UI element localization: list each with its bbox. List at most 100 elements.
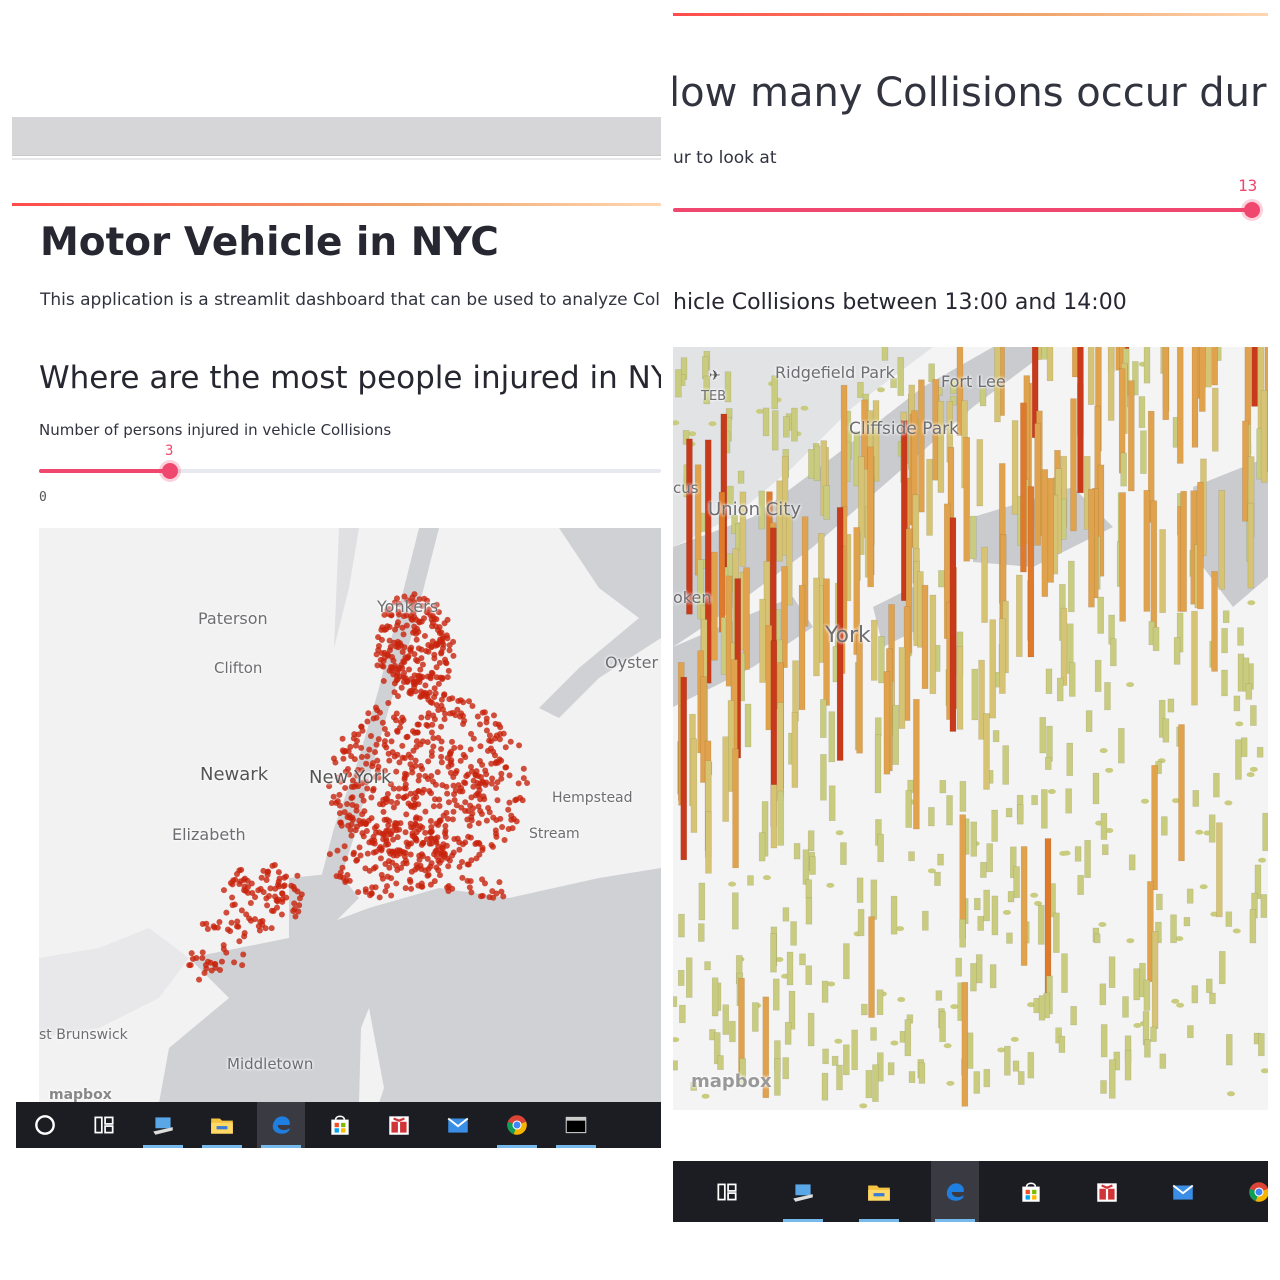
- collision-column: [1221, 669, 1228, 697]
- injury-point: [212, 964, 219, 971]
- collision-column: [679, 1004, 686, 1024]
- injury-point: [467, 802, 474, 809]
- injury-point: [418, 851, 425, 858]
- collision-dot: [890, 1040, 899, 1046]
- injuries-slider-min: 0: [39, 490, 47, 505]
- edge-icon[interactable]: [257, 1102, 305, 1148]
- collision-column: [1066, 742, 1074, 776]
- collision-dot: [800, 405, 809, 411]
- injury-point: [456, 788, 463, 795]
- terminal-icon[interactable]: [552, 1102, 600, 1148]
- collision-column: [983, 889, 990, 922]
- injury-point: [257, 885, 264, 892]
- collision-dot: [1249, 766, 1258, 772]
- injury-point: [415, 721, 422, 728]
- task-view-icon[interactable]: [703, 1161, 751, 1222]
- injury-point: [438, 650, 445, 657]
- injury-point: [384, 883, 391, 890]
- collision-dot: [834, 1038, 843, 1044]
- collision-column: [732, 892, 739, 930]
- collision-dot: [1010, 1036, 1019, 1042]
- injury-point: [350, 851, 357, 858]
- collision-column: [926, 458, 933, 536]
- injury-point: [476, 721, 483, 728]
- injury-point: [401, 669, 408, 676]
- injury-point: [394, 638, 401, 645]
- injury-point: [229, 894, 236, 901]
- store-icon[interactable]: [316, 1102, 364, 1148]
- injury-point: [466, 822, 473, 829]
- injury-point: [421, 615, 428, 622]
- injury-point: [408, 675, 415, 682]
- store-icon[interactable]: [1007, 1161, 1055, 1222]
- collision-column: [1070, 1006, 1077, 1026]
- map-label-cus: cus: [673, 479, 699, 497]
- injury-point: [349, 794, 356, 801]
- injury-point: [424, 872, 431, 879]
- task-view-icon[interactable]: [80, 1102, 128, 1148]
- collision-column: [1088, 488, 1095, 608]
- edge-icon[interactable]: [931, 1161, 979, 1222]
- injury-point: [456, 863, 463, 870]
- collision-column: [1005, 807, 1013, 818]
- hour-slider-thumb[interactable]: [1244, 202, 1261, 218]
- collision-column: [1020, 846, 1028, 966]
- collision-column: [1143, 979, 1151, 1011]
- collision-column: [1211, 387, 1219, 452]
- injury-point: [402, 849, 409, 856]
- collision-column: [1233, 695, 1241, 712]
- gift-icon[interactable]: [1083, 1161, 1131, 1222]
- injury-point: [407, 878, 414, 885]
- cortana-icon[interactable]: [21, 1102, 69, 1148]
- injury-point: [387, 643, 394, 650]
- chrome-icon[interactable]: [493, 1102, 541, 1148]
- chrome-icon[interactable]: [1235, 1161, 1268, 1222]
- mail-icon[interactable]: [434, 1102, 482, 1148]
- mail-icon[interactable]: [1159, 1161, 1207, 1222]
- injury-point: [363, 760, 370, 767]
- collision-column: [857, 909, 865, 937]
- browser-bar: [12, 117, 661, 156]
- injury-point: [446, 647, 453, 654]
- injury-point: [345, 822, 352, 829]
- injury-point: [505, 825, 512, 832]
- injuries-slider-thumb[interactable]: [161, 463, 178, 479]
- injury-point: [417, 741, 424, 748]
- injury-point: [418, 655, 425, 662]
- collision-column: [971, 668, 979, 721]
- collision-column: [1211, 347, 1219, 386]
- injury-point: [408, 868, 415, 875]
- injury-point: [441, 716, 448, 723]
- injury-point: [438, 759, 445, 766]
- collision-dot: [1126, 682, 1135, 688]
- file-explorer-icon[interactable]: [855, 1161, 903, 1222]
- injury-point: [505, 806, 512, 813]
- injury-point: [431, 685, 438, 692]
- injury-point: [274, 898, 281, 905]
- collisions-3d-map[interactable]: ✈ TEB Ridgefield Park Fort Lee Cliffside…: [673, 347, 1268, 1110]
- network-icon[interactable]: [779, 1161, 827, 1222]
- injury-point: [506, 772, 513, 779]
- injury-point: [239, 962, 246, 969]
- injury-point: [470, 783, 477, 790]
- injuries-map[interactable]: Paterson Yonkers Clifton Oyster Newark N…: [39, 528, 661, 1103]
- injury-point: [341, 843, 348, 850]
- collision-dot: [946, 1080, 955, 1086]
- injury-point: [436, 624, 443, 631]
- injury-point: [385, 700, 392, 707]
- injury-point: [435, 680, 442, 687]
- collision-column: [1221, 628, 1228, 654]
- injury-point: [486, 737, 493, 744]
- injury-point: [515, 780, 522, 787]
- gift-icon[interactable]: [375, 1102, 423, 1148]
- injury-point: [478, 810, 485, 817]
- collision-column: [1213, 772, 1220, 798]
- collision-column: [1056, 677, 1064, 702]
- network-icon[interactable]: [139, 1102, 187, 1148]
- injury-point: [404, 655, 411, 662]
- file-explorer-icon[interactable]: [198, 1102, 246, 1148]
- injury-point: [407, 761, 414, 768]
- injury-point: [408, 885, 415, 892]
- collision-column: [1047, 477, 1055, 583]
- injury-point: [275, 869, 282, 876]
